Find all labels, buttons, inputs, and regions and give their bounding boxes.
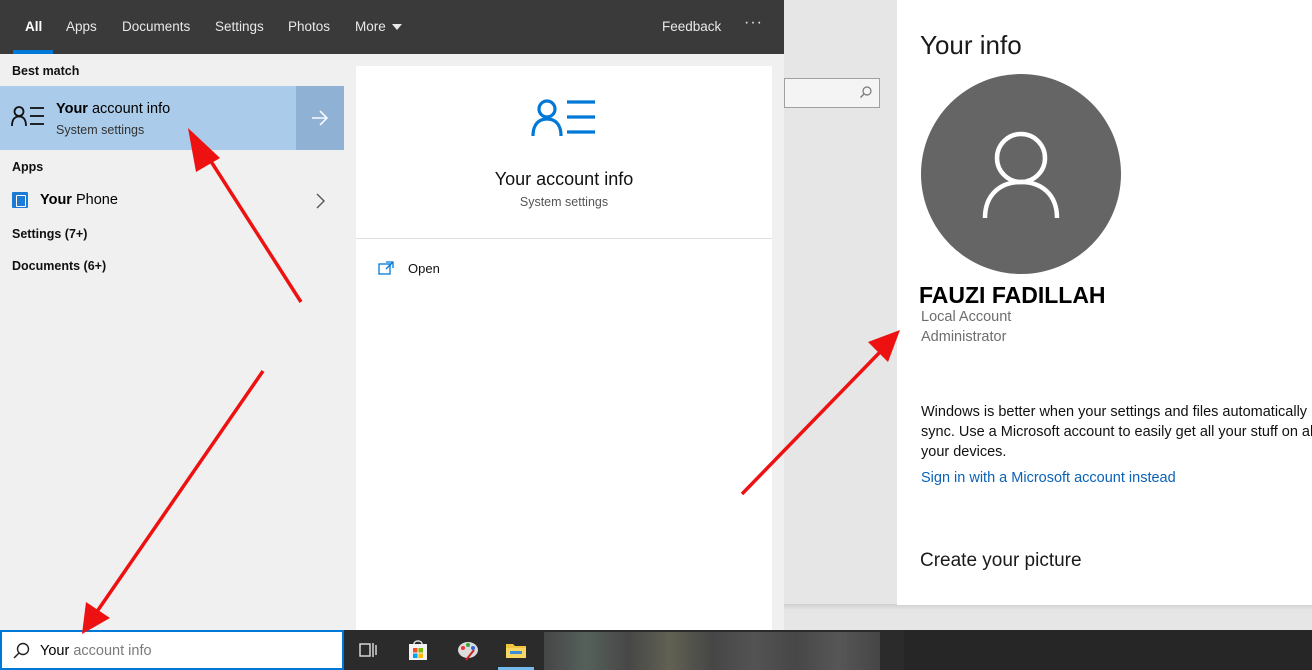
create-picture-heading: Create your picture (920, 550, 1082, 571)
result-preview-pane: Your account info System settings Open (356, 66, 772, 630)
settings-search-box[interactable] (784, 78, 880, 108)
apps-heading: Apps (12, 160, 44, 174)
microsoft-store-icon[interactable] (406, 638, 430, 662)
best-match-result[interactable]: Your account info System settings (0, 86, 296, 150)
account-info-icon (531, 98, 597, 143)
open-icon (378, 261, 394, 275)
best-match-subtitle: System settings (56, 123, 145, 137)
open-action[interactable]: Open (378, 258, 498, 282)
app-result-your-phone[interactable]: Your Phone (0, 186, 344, 216)
search-typed-text: Your (40, 643, 70, 659)
best-match-title-rest: account info (87, 101, 171, 117)
app-result-label-rest: Phone (71, 192, 118, 208)
microsoft-account-link[interactable]: Sign in with a Microsoft account instead (921, 470, 1176, 486)
search-flyout: All Apps Documents Settings Photos More … (0, 0, 784, 630)
file-explorer-icon[interactable] (504, 638, 528, 662)
account-info-icon (11, 105, 47, 136)
taskbar-search-input[interactable]: Your account info (0, 630, 344, 670)
sync-message: Windows is better when your settings and… (921, 404, 1312, 460)
arrow-right-icon (312, 110, 329, 126)
settings-results-group[interactable]: Settings (7+) (12, 227, 87, 241)
app-result-label: Your Phone (40, 192, 118, 208)
paint-icon[interactable] (456, 638, 480, 662)
avatar (921, 74, 1121, 274)
page-title: Your info (920, 30, 1022, 60)
open-result-button[interactable] (296, 86, 344, 150)
tab-settings[interactable]: Settings (215, 19, 264, 34)
account-type: Local Account (921, 309, 1012, 325)
best-match-heading: Best match (12, 64, 80, 78)
search-icon (13, 642, 30, 659)
task-view-icon[interactable] (356, 638, 380, 662)
feedback-button[interactable]: Feedback (662, 19, 721, 34)
chevron-right-icon (316, 193, 325, 209)
app-result-label-bold: Your (40, 192, 72, 208)
best-match-title-bold: Your (56, 101, 88, 117)
best-match-title: Your account info (56, 101, 170, 117)
documents-results-group[interactable]: Documents (6+) (12, 259, 106, 273)
taskbar: Your account info (0, 630, 1312, 670)
tab-more-label: More (355, 19, 386, 34)
search-autocomplete-text: account info (69, 643, 152, 659)
your-info-panel: Your info FAUZI FADILLAH Local Account A… (897, 0, 1312, 605)
tab-more[interactable]: More (355, 19, 402, 34)
tab-all[interactable]: All (25, 19, 42, 34)
search-icon (859, 85, 873, 104)
more-options-button[interactable]: ··· (744, 14, 763, 32)
chevron-down-icon (391, 24, 402, 31)
preview-title: Your account info (494, 169, 634, 189)
system-tray (904, 630, 1312, 670)
tab-photos[interactable]: Photos (288, 19, 330, 34)
preview-subtitle: System settings (519, 195, 609, 209)
your-phone-icon (12, 192, 28, 208)
search-query: Your account info (40, 643, 152, 659)
tab-documents[interactable]: Documents (122, 19, 190, 34)
user-silhouette-icon (982, 131, 1060, 219)
results-list: Best match Your account info System sett… (0, 54, 344, 630)
open-action-label: Open (408, 261, 440, 276)
account-role: Administrator (921, 329, 1007, 345)
divider (356, 238, 772, 239)
user-name: FAUZI FADILLAH (919, 282, 1106, 308)
tab-apps[interactable]: Apps (66, 19, 97, 34)
search-filter-bar: All Apps Documents Settings Photos More … (0, 0, 784, 54)
pinned-apps-blurred (544, 632, 880, 670)
